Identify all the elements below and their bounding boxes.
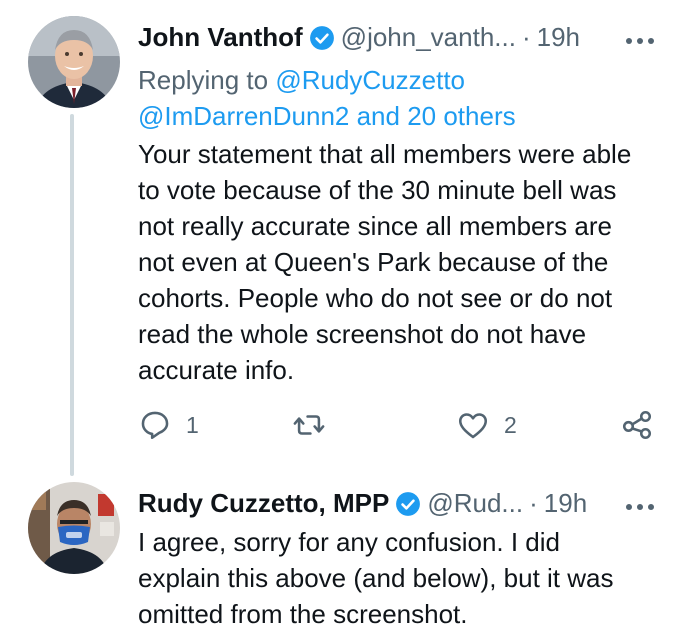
verified-badge-icon <box>309 25 334 50</box>
reply-button[interactable]: 1 <box>138 408 199 442</box>
author-handle[interactable]: @john_vanth... <box>341 22 516 53</box>
thread-line <box>70 114 74 476</box>
more-icon[interactable] <box>626 38 654 44</box>
replying-to-label: Replying to <box>138 65 269 95</box>
like-button[interactable]: 2 <box>456 408 517 442</box>
share-icon <box>622 410 652 440</box>
tweet-john-vanthof[interactable]: John Vanthof @john_vanth... · 19h Replyi… <box>0 0 680 476</box>
author-name[interactable]: John Vanthof <box>138 22 303 53</box>
reply-icon <box>141 411 169 440</box>
more-icon[interactable] <box>626 504 654 510</box>
timestamp[interactable]: 19h <box>544 488 587 519</box>
reply-count: 1 <box>186 411 199 438</box>
avatar[interactable] <box>28 482 120 574</box>
avatar[interactable] <box>28 16 120 108</box>
retweet-button[interactable] <box>292 408 326 442</box>
tweet-header: Rudy Cuzzetto, MPP @Rud... · 19h <box>138 488 587 519</box>
like-icon <box>458 413 488 439</box>
tweet-actions: 1 2 <box>138 408 658 448</box>
retweet-icon <box>293 415 325 435</box>
share-button[interactable] <box>620 408 654 442</box>
reply-others-link[interactable]: @ImDarrenDunn2 and 20 others <box>138 98 516 134</box>
like-count: 2 <box>504 411 517 438</box>
verified-badge-icon <box>396 491 421 516</box>
reply-mention-link[interactable]: @RudyCuzzetto <box>275 65 465 95</box>
tweet-text: I agree, sorry for any confusion. I did … <box>138 527 614 629</box>
replying-to: Replying to @RudyCuzzetto @ImDarrenDunn2… <box>138 62 516 134</box>
tweet-header: John Vanthof @john_vanth... · 19h <box>138 22 580 53</box>
separator-dot: · <box>529 488 538 518</box>
separator-dot: · <box>521 22 531 52</box>
author-handle[interactable]: @Rud... <box>427 488 523 519</box>
tweet-text: Your statement that all members were abl… <box>138 139 632 385</box>
author-name[interactable]: Rudy Cuzzetto, MPP <box>138 488 389 519</box>
tweet-rudy-cuzzetto[interactable]: Rudy Cuzzetto, MPP @Rud... · 19h I agree… <box>0 470 680 641</box>
timestamp[interactable]: 19h <box>537 22 580 53</box>
